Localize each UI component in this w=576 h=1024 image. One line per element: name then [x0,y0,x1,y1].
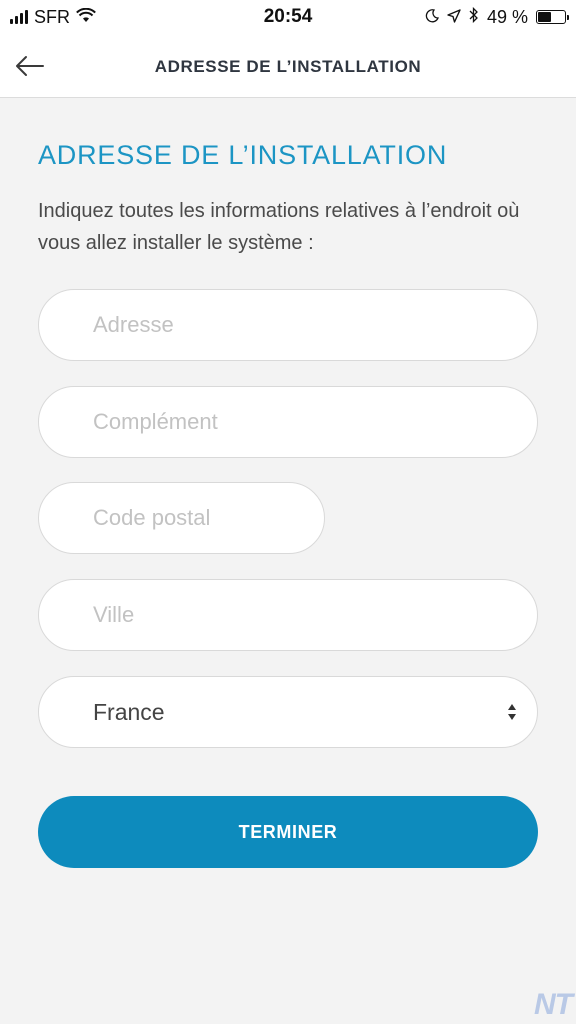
postal-code-field[interactable] [38,482,325,554]
page-title: ADRESSE DE L’INSTALLATION [154,56,422,76]
country-select[interactable]: France [38,676,538,748]
section-title: ADRESSE DE L’INSTALLATION [38,140,448,170]
battery-fill [538,12,551,22]
signal-icon [10,10,28,24]
complement-field[interactable] [38,386,538,458]
terminer-button[interactable]: TERMINER [38,796,538,868]
postal-code-input[interactable] [93,505,324,531]
watermark-logo: NT [534,988,573,1021]
city-input[interactable] [93,602,537,628]
wifi-icon [76,7,96,28]
bluetooth-icon [469,6,479,28]
status-left: SFR [10,7,96,28]
main-content: ADRESSE DE L’INSTALLATION Indiquez toute… [38,98,538,259]
carrier-label: SFR [34,6,70,27]
address-field[interactable] [38,289,538,361]
back-button[interactable] [12,48,48,84]
battery-percent: 49 % [486,6,528,27]
location-icon [447,7,461,28]
select-arrows-icon [507,703,517,726]
description-text: Indiquez toutes les informations relativ… [38,200,520,254]
navigation-bar: ADRESSE DE L’INSTALLATION [0,34,576,98]
city-field[interactable] [38,579,538,651]
complement-input[interactable] [93,409,537,435]
back-arrow-icon [16,56,44,76]
status-bar: SFR 20:54 49 % [0,0,576,34]
country-select-value: France [93,698,165,725]
status-right: 49 % [425,6,569,28]
address-input[interactable] [93,312,537,338]
battery-icon [536,10,569,24]
moon-icon [425,7,439,28]
